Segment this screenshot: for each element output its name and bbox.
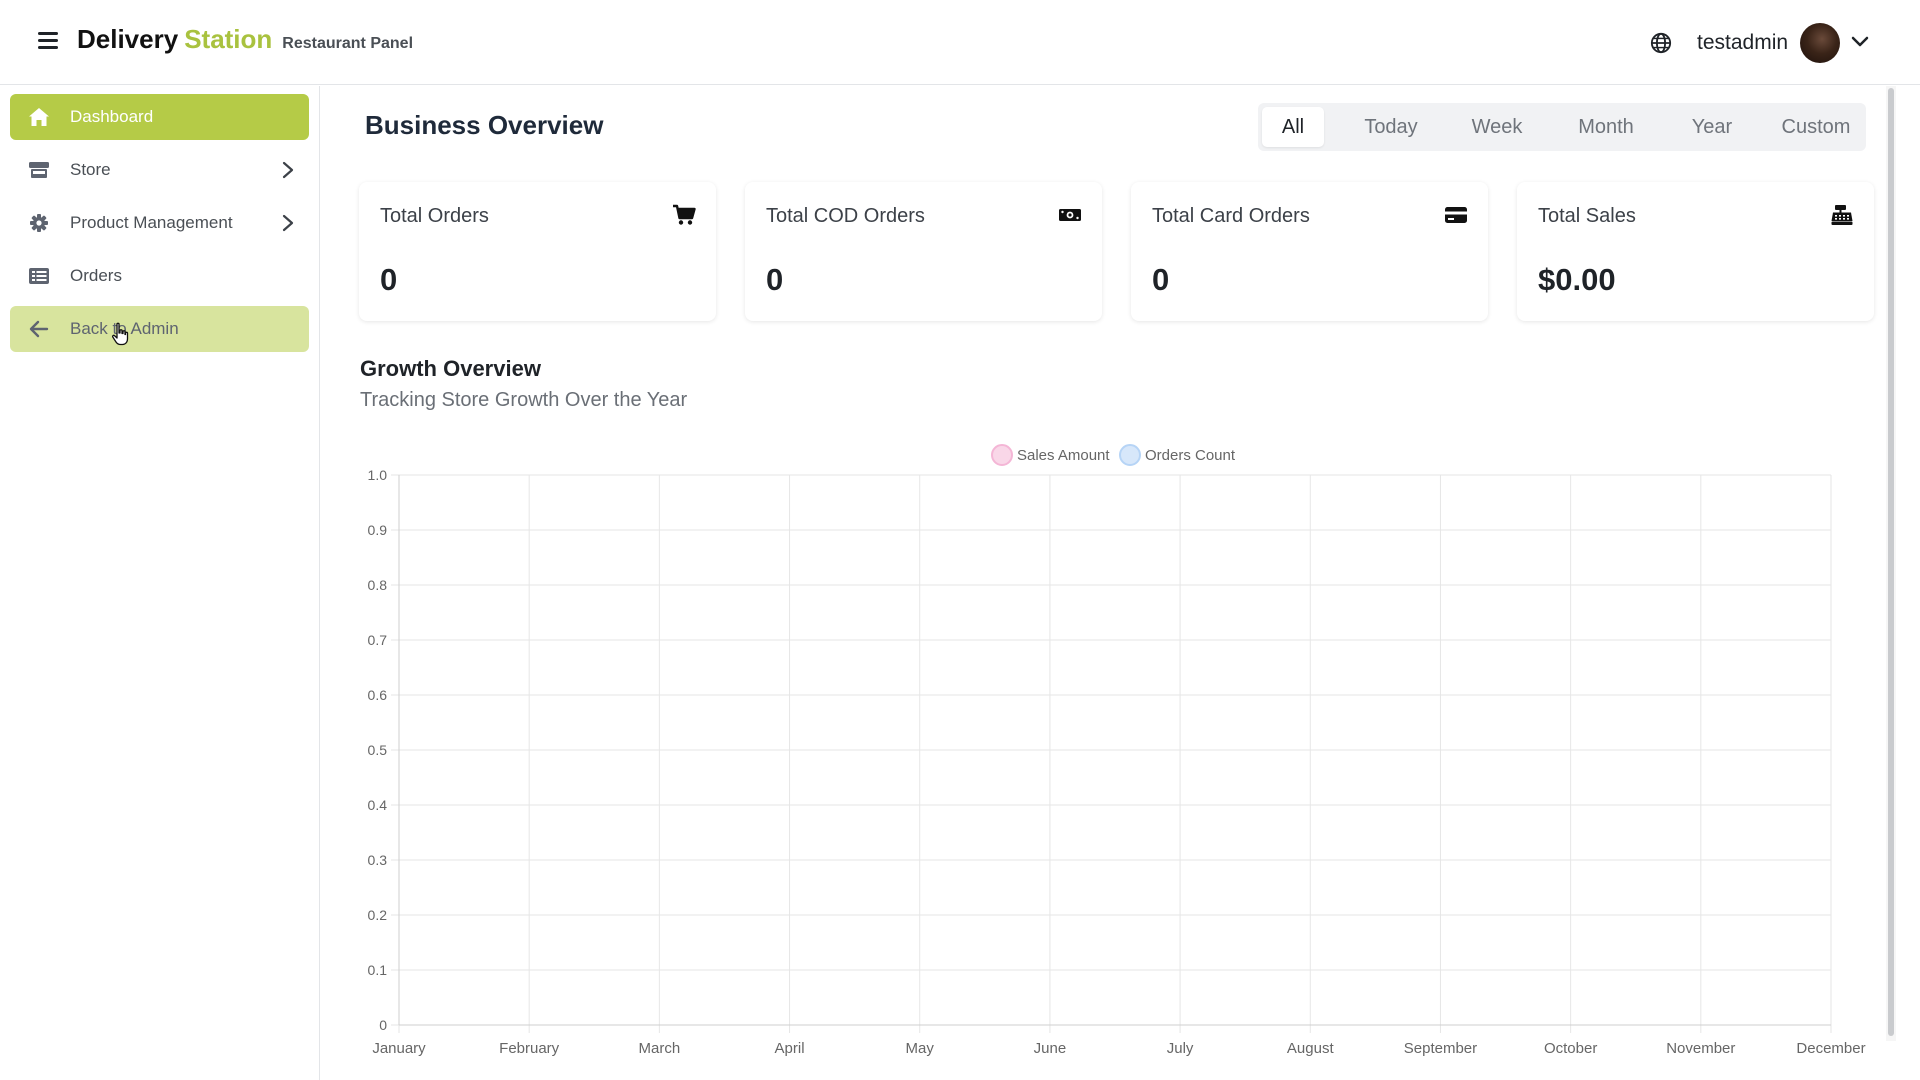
x-tick-label: September	[1404, 1040, 1477, 1057]
store-icon	[29, 162, 49, 178]
sidebar-item-orders[interactable]: Orders	[10, 253, 309, 299]
growth-title: Growth Overview	[360, 356, 541, 381]
sidebar-item-store[interactable]: Store	[10, 147, 309, 193]
main-scrollbar[interactable]	[1886, 86, 1896, 1041]
filter-tab-all[interactable]: All	[1262, 107, 1324, 147]
stat-label: Total Card Orders	[1152, 205, 1310, 227]
brand-accent-text: Station	[184, 24, 273, 54]
y-tick-label: 0.4	[368, 797, 388, 813]
top-bar: Delivery Station Restaurant Panel testad…	[0, 0, 1920, 85]
y-tick-label: 0.6	[368, 687, 388, 703]
x-tick-label: October	[1544, 1040, 1597, 1057]
date-filter-tabs: All Today Week Month Year Custom	[1258, 103, 1866, 151]
stat-card-total-cod-orders: Total COD Orders 0	[745, 182, 1102, 321]
x-tick-label: January	[372, 1040, 426, 1057]
x-tick-label: July	[1167, 1040, 1194, 1057]
filter-tab-custom[interactable]: Custom	[1770, 107, 1862, 147]
y-tick-label: 0.8	[368, 577, 388, 593]
x-tick-label: June	[1034, 1040, 1067, 1057]
sidebar-item-dashboard[interactable]: Dashboard	[10, 94, 309, 140]
x-tick-label: November	[1666, 1040, 1735, 1057]
arrow-left-icon	[29, 320, 49, 338]
gear-icon	[30, 214, 48, 232]
chevron-down-icon[interactable]	[1850, 34, 1870, 50]
legend-marker	[1119, 444, 1141, 466]
stat-label: Total Sales	[1538, 205, 1636, 227]
stat-value: 0	[766, 262, 784, 297]
scrollbar-thumb[interactable]	[1888, 88, 1894, 1036]
stat-value: 0	[1152, 262, 1170, 297]
stat-card-total-sales: Total Sales $0.00	[1517, 182, 1874, 321]
y-tick-label: 0.2	[368, 907, 388, 923]
cart-icon	[673, 204, 696, 225]
brand-main-text: Delivery	[77, 24, 179, 54]
filter-tab-today[interactable]: Today	[1346, 107, 1436, 147]
growth-chart-svg: Sales Amount Orders Count 0 0.1 0.2 0.3 0.4 0.5…	[368, 444, 1866, 1057]
stat-label: Total Orders	[380, 205, 489, 227]
cash-register-icon	[1831, 205, 1853, 225]
legend-marker	[991, 444, 1013, 466]
page-title: Business Overview	[365, 110, 604, 140]
sidebar-item-label: Orders	[70, 266, 122, 285]
y-tick-label: 0.5	[368, 742, 388, 758]
x-tick-label: February	[499, 1040, 560, 1057]
growth-chart: Sales Amount Orders Count 0 0.1 0.2 0.3 0.4 0.5…	[340, 430, 1880, 1060]
y-tick-label: 0.9	[368, 522, 388, 538]
y-tick-label: 0.1	[368, 962, 388, 978]
stat-card-total-card-orders: Total Card Orders 0	[1131, 182, 1488, 321]
chevron-right-icon	[282, 161, 294, 179]
sidebar-item-product-management[interactable]: Product Management	[10, 200, 309, 246]
globe-icon[interactable]	[1650, 32, 1672, 54]
sidebar-item-back-to-admin[interactable]: Back to Admin	[10, 306, 309, 352]
stat-value: 0	[380, 262, 398, 297]
menu-toggle-icon[interactable]	[38, 32, 58, 50]
filter-tab-month[interactable]: Month	[1558, 107, 1654, 147]
home-icon	[29, 108, 49, 126]
sidebar-item-label: Product Management	[70, 213, 233, 232]
avatar[interactable]	[1800, 23, 1840, 63]
brand-subtitle: Restaurant Panel	[282, 35, 414, 52]
stat-value: $0.00	[1538, 262, 1616, 297]
y-tick-label: 0	[379, 1017, 387, 1033]
y-tick-label: 0.3	[368, 852, 388, 868]
cash-icon	[1059, 209, 1081, 221]
x-tick-label: December	[1796, 1040, 1865, 1057]
stat-label: Total COD Orders	[766, 205, 925, 227]
brand-logo[interactable]: Delivery Station Restaurant Panel	[77, 24, 413, 55]
legend-label: Orders Count	[1145, 447, 1236, 464]
filter-tab-year[interactable]: Year	[1672, 107, 1752, 147]
filter-tab-week[interactable]: Week	[1454, 107, 1540, 147]
stat-card-total-orders: Total Orders 0	[359, 182, 716, 321]
legend-label: Sales Amount	[1017, 447, 1110, 464]
y-tick-label: 0.7	[368, 632, 388, 648]
x-tick-label: March	[639, 1040, 681, 1057]
card-icon	[1445, 207, 1467, 223]
growth-subtitle: Tracking Store Growth Over the Year	[360, 389, 688, 411]
sidebar-item-label: Store	[70, 160, 111, 179]
chevron-right-icon	[282, 214, 294, 232]
username[interactable]: testadmin	[1697, 31, 1788, 55]
sidebar: Dashboard Store Product Management Order…	[0, 86, 320, 1080]
x-tick-label: April	[775, 1040, 805, 1057]
list-icon	[29, 268, 49, 284]
y-tick-label: 1.0	[368, 467, 388, 483]
sidebar-item-label: Dashboard	[70, 107, 154, 126]
pointer-cursor-icon	[112, 322, 129, 346]
x-tick-label: August	[1287, 1040, 1335, 1057]
x-tick-label: May	[906, 1040, 935, 1057]
